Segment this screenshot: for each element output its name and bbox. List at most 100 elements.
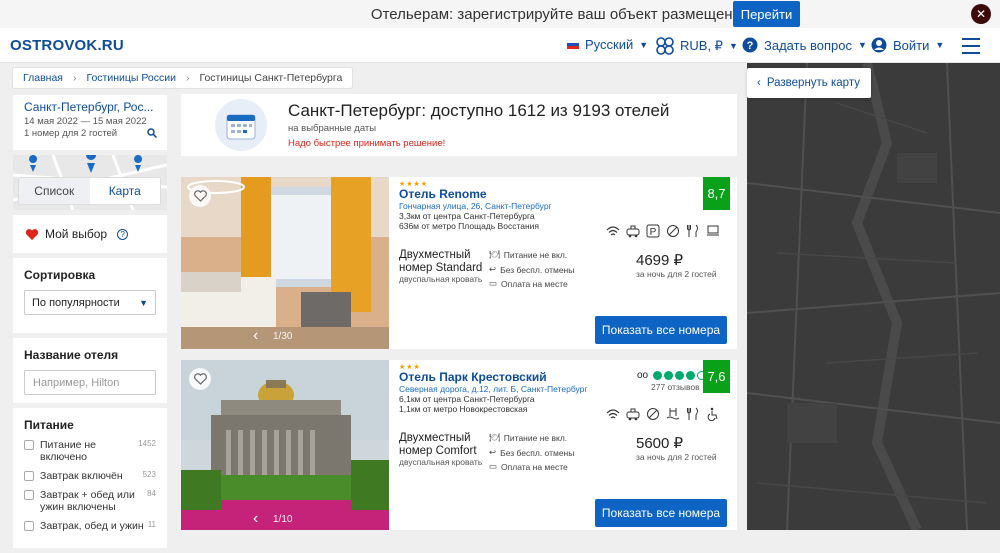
food-option-count: 84 — [147, 489, 156, 498]
rating-badge: 7,6 — [703, 360, 730, 393]
chevron-down-icon: ▼ — [857, 40, 867, 50]
hotel-name[interactable]: Отель Renome — [399, 187, 487, 201]
cancel-condition: ↩ Без беспл. отмены — [489, 447, 574, 458]
show-rooms-button[interactable]: Показать все номера — [595, 316, 727, 344]
checkbox[interactable] — [24, 471, 34, 481]
promo-bar: Отельерам: зарегистрируйте ваш объект ра… — [0, 0, 1000, 28]
food-option[interactable]: Питание не включено 1452 — [24, 439, 156, 463]
price: 4699 ₽ — [636, 252, 684, 269]
payment-icon: ▭ — [489, 461, 498, 471]
favorites-label: Мой выбор — [45, 227, 108, 241]
currency-selector[interactable]: RUB, ₽ ▼ — [656, 37, 738, 55]
food-option-count: 11 — [147, 520, 156, 529]
urgency-notice: Надо быстрее принимать решение! — [288, 138, 446, 149]
hotel-name-input[interactable]: Например, Hilton — [24, 370, 156, 395]
no-pets-icon — [647, 408, 659, 420]
price-note: за ночь для 2 гостей — [636, 269, 717, 279]
payment-label: Оплата на месте — [501, 461, 568, 472]
hotel-photo[interactable]: ‹ 1/10 — [181, 360, 389, 530]
breadcrumb-russia[interactable]: Гостиницы России — [86, 72, 176, 84]
price: 5600 ₽ — [636, 435, 684, 452]
close-icon[interactable]: ✕ — [971, 4, 991, 24]
taxi-icon — [626, 225, 640, 238]
food-option[interactable]: Завтрак + обед или ужин включены 84 — [24, 489, 156, 513]
hotel-name[interactable]: Отель Парк Крестовский — [399, 370, 547, 384]
search-dates: 14 мая 2022 — 15 мая 2022 — [24, 116, 147, 127]
payment-icon: ▭ — [489, 278, 498, 288]
rating-badge: 8,7 — [703, 177, 730, 210]
view-map-button[interactable]: Карта — [89, 178, 160, 204]
prev-photo-icon[interactable]: ‹ — [253, 510, 258, 528]
hotel-photo[interactable]: ‹ 1/30 — [181, 177, 389, 349]
favorites-link[interactable]: Мой выбор ? — [13, 215, 167, 253]
cancel-label: Без беспл. отмены — [500, 447, 575, 458]
map-thumbnail[interactable]: Список Карта — [13, 155, 167, 210]
menu-icon[interactable] — [962, 38, 980, 59]
food-option-label: Завтрак, обед и ужин — [40, 520, 144, 532]
results-banner: Санкт-Петербург: доступно 1612 из 9193 о… — [181, 94, 737, 156]
photo-counter: 1/10 — [273, 514, 293, 525]
chevron-down-icon: ▼ — [139, 297, 148, 308]
chevron-down-icon: ▼ — [639, 39, 649, 50]
map-panel[interactable] — [747, 63, 1000, 530]
expand-map-button[interactable]: ‹ Развернуть карту — [747, 68, 871, 98]
svg-text:P: P — [650, 227, 657, 238]
restaurant-icon — [687, 224, 698, 237]
search-icon[interactable] — [147, 128, 157, 138]
show-rooms-button[interactable]: Показать все номера — [595, 499, 727, 527]
breadcrumb-home[interactable]: Главная — [23, 72, 63, 84]
hotel-address[interactable]: Северная дорога, д.12, лит. Б, Санкт-Пет… — [399, 384, 587, 394]
review-count[interactable]: 277 отзывов — [651, 382, 700, 392]
hotel-card[interactable]: ‹ 1/30 ★★★★ Отель Renome Гончарная улица… — [181, 177, 737, 349]
view-list-button[interactable]: Список — [19, 178, 90, 204]
language-selector[interactable]: Русский ▼ — [567, 37, 648, 52]
cancel-label: Без беспл. отмены — [500, 264, 575, 275]
food-option[interactable]: Завтрак, обед и ужин 11 — [24, 520, 156, 532]
breadcrumb: Главная › Гостиницы России › Гостиницы С… — [12, 67, 354, 89]
results-title: Санкт-Петербург: доступно 1612 из 9193 о… — [288, 101, 670, 120]
food-option[interactable]: Завтрак включён 523 — [24, 470, 156, 482]
logo[interactable]: OSTROVOK.RU — [10, 37, 124, 54]
distance-center: 3,3км от центра Санкт-Петербурга — [399, 211, 535, 221]
add-to-favorites-icon[interactable] — [189, 185, 211, 207]
flag-ru-icon — [567, 40, 579, 49]
hotel-name-filter: Название отеля Например, Hilton — [13, 338, 167, 403]
help-icon[interactable]: ? — [117, 228, 129, 240]
map-image — [747, 63, 1000, 530]
restaurant-icon — [687, 407, 698, 420]
price-note: за ночь для 2 гостей — [636, 452, 717, 462]
add-to-favorites-icon[interactable] — [189, 368, 211, 390]
promo-text: Отельерам: зарегистрируйте ваш объект ра… — [370, 5, 750, 23]
login-menu[interactable]: Войти ▼ — [871, 37, 944, 53]
payment-condition: ▭ Оплата на месте — [489, 461, 568, 472]
rating-dot — [653, 371, 663, 380]
accessible-icon — [707, 407, 718, 421]
room-type: Двухместный номер Standard — [399, 249, 483, 274]
rating-dot — [675, 371, 685, 380]
sidebar: Санкт-Петербург, Рос... 14 мая 2022 — 15… — [13, 95, 167, 553]
tripadvisor-icon: oo — [637, 370, 649, 381]
checkbox[interactable] — [24, 440, 34, 450]
login-label: Войти — [893, 37, 930, 53]
search-summary[interactable]: Санкт-Петербург, Рос... 14 мая 2022 — 15… — [13, 95, 167, 150]
hotel-address[interactable]: Гончарная улица, 26, Санкт-Петербург — [399, 201, 552, 211]
sort-select[interactable]: По популярности ▼ — [24, 290, 156, 315]
promo-go-button[interactable]: Перейти — [733, 1, 800, 27]
ask-question-menu[interactable]: ? Задать вопрос ▼ — [742, 37, 867, 53]
breadcrumb-current: Гостиницы Санкт-Петербурга — [199, 72, 343, 84]
business-center-icon — [707, 225, 719, 236]
sort-value: По популярности — [32, 296, 120, 309]
header: OSTROVOK.RU Русский ▼ RUB, ₽ ▼ ? Задать … — [0, 28, 1000, 63]
no-pets-icon — [667, 225, 679, 237]
wifi-icon — [606, 226, 620, 236]
hotel-card[interactable]: ‹ 1/10 ★★★ Отель Парк Крестовский Северн… — [181, 360, 737, 530]
food-filter: Питание Питание не включено 1452 Завтрак … — [13, 408, 167, 548]
review-rating[interactable]: oo — [637, 370, 707, 381]
no-meal-icon: 🍽 — [489, 432, 500, 442]
chevron-right-icon: › — [185, 72, 190, 84]
search-city[interactable]: Санкт-Петербург, Рос... — [24, 100, 156, 114]
prev-photo-icon[interactable]: ‹ — [253, 327, 258, 345]
chevron-down-icon: ▼ — [728, 41, 738, 51]
svg-text:?: ? — [747, 40, 754, 52]
checkbox[interactable] — [24, 490, 34, 500]
